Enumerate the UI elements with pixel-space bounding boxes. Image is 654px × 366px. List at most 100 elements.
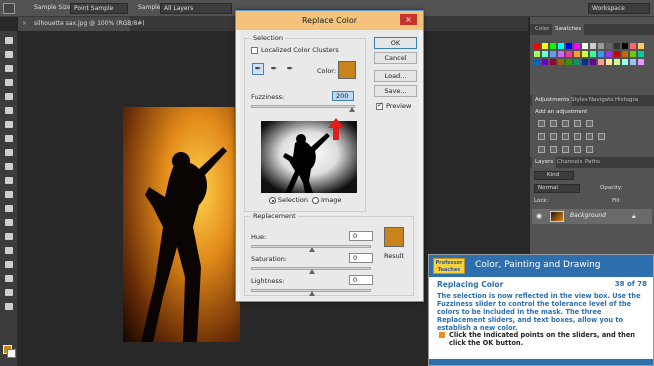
- layer-filter-select[interactable]: Kind: [534, 171, 574, 180]
- eyedropper-tool-icon[interactable]: [5, 107, 13, 114]
- color-swatch[interactable]: [638, 51, 644, 57]
- color-swatch[interactable]: [606, 43, 612, 49]
- color-swatch[interactable]: [598, 59, 604, 65]
- lightness-slider[interactable]: [251, 289, 371, 296]
- cancel-button[interactable]: Cancel: [374, 52, 417, 64]
- tab-paths[interactable]: Paths: [582, 157, 603, 168]
- channel-mixer-adjust-icon[interactable]: [586, 133, 593, 140]
- lasso-tool-icon[interactable]: [5, 65, 13, 72]
- pen-tool-icon[interactable]: [5, 233, 13, 240]
- layer-row-background[interactable]: ◉ Background 🔒︎: [532, 209, 652, 224]
- selection-color-swatch[interactable]: [338, 61, 356, 79]
- color-swatch[interactable]: [542, 43, 548, 49]
- exposure-adjust-icon[interactable]: [574, 120, 581, 127]
- color-swatch[interactable]: [566, 59, 572, 65]
- selective-color-adjust-icon[interactable]: [586, 146, 593, 153]
- gradient-map-adjust-icon[interactable]: [574, 146, 581, 153]
- color-swatch[interactable]: [590, 51, 596, 57]
- color-swatch[interactable]: [574, 59, 580, 65]
- curves-adjust-icon[interactable]: [562, 120, 569, 127]
- eye-visibility-icon[interactable]: ◉: [536, 212, 542, 220]
- history-brush-icon[interactable]: [5, 163, 13, 170]
- healing-brush-icon[interactable]: [5, 121, 13, 128]
- color-swatch[interactable]: [558, 43, 564, 49]
- color-balance-adjust-icon[interactable]: [550, 133, 557, 140]
- color-swatch[interactable]: [630, 51, 636, 57]
- color-swatch[interactable]: [534, 43, 540, 49]
- sample-size-select[interactable]: Point Sample: [70, 3, 128, 14]
- posterize-adjust-icon[interactable]: [550, 146, 557, 153]
- sample-select[interactable]: All Layers: [160, 3, 232, 14]
- blend-mode-select[interactable]: Normal: [534, 184, 580, 193]
- move-tool-icon[interactable]: [5, 37, 13, 44]
- shape-tool-icon[interactable]: [5, 275, 13, 282]
- tab-adjustments[interactable]: Adjustments: [532, 95, 573, 106]
- eyedropper-icon[interactable]: ✒: [252, 63, 264, 75]
- color-swatch[interactable]: [590, 59, 596, 65]
- threshold-adjust-icon[interactable]: [562, 146, 569, 153]
- stamp-tool-icon[interactable]: [5, 149, 13, 156]
- color-swatch[interactable]: [622, 43, 628, 49]
- color-swatch[interactable]: [582, 51, 588, 57]
- gradient-tool-icon[interactable]: [5, 191, 13, 198]
- localized-clusters-checkbox[interactable]: [251, 47, 258, 54]
- color-swatch[interactable]: [590, 43, 596, 49]
- type-tool-icon[interactable]: [5, 247, 13, 254]
- preview-checkbox[interactable]: [376, 101, 383, 110]
- color-swatch[interactable]: [566, 51, 572, 57]
- hue-slider[interactable]: [251, 245, 371, 252]
- zoom-tool-icon[interactable]: [5, 303, 13, 310]
- result-color-swatch[interactable]: [384, 227, 404, 247]
- eraser-tool-icon[interactable]: [5, 177, 13, 184]
- ok-button[interactable]: OK: [374, 37, 417, 49]
- tab-swatches[interactable]: Swatches: [552, 24, 585, 35]
- tab-layers[interactable]: Layers: [532, 157, 557, 168]
- tab-color[interactable]: Color: [532, 24, 552, 35]
- saturation-slider-thumb[interactable]: [309, 269, 315, 274]
- color-swatch[interactable]: [542, 51, 548, 57]
- color-swatch[interactable]: [558, 59, 564, 65]
- levels-adjust-icon[interactable]: [550, 120, 557, 127]
- quick-select-tool-icon[interactable]: [5, 79, 13, 86]
- workspace-select[interactable]: Workspace: [588, 3, 650, 14]
- color-swatch[interactable]: [550, 51, 556, 57]
- color-swatch[interactable]: [582, 43, 588, 49]
- eyedropper-tool-icon[interactable]: [3, 3, 15, 14]
- save-button[interactable]: Save...: [374, 85, 417, 97]
- blur-tool-icon[interactable]: [5, 205, 13, 212]
- hand-tool-icon[interactable]: [5, 289, 13, 296]
- canvas-image[interactable]: [123, 107, 240, 342]
- hue-slider-thumb[interactable]: [309, 247, 315, 252]
- color-swatch[interactable]: [614, 59, 620, 65]
- color-swatch[interactable]: [558, 51, 564, 57]
- color-swatch[interactable]: [550, 59, 556, 65]
- eyedropper-plus-icon[interactable]: ✒: [268, 63, 280, 75]
- load-button[interactable]: Load...: [374, 70, 417, 82]
- color-swatch[interactable]: [598, 51, 604, 57]
- brush-tool-icon[interactable]: [5, 135, 13, 142]
- close-button[interactable]: ×: [400, 14, 417, 25]
- invert-adjust-icon[interactable]: [538, 146, 545, 153]
- color-swatch[interactable]: [606, 59, 612, 65]
- eyedropper-minus-icon[interactable]: ✒: [284, 63, 296, 75]
- brightness-adjust-icon[interactable]: [538, 120, 545, 127]
- fuzziness-slider[interactable]: [251, 105, 355, 112]
- color-swatch[interactable]: [550, 43, 556, 49]
- color-swatch[interactable]: [566, 43, 572, 49]
- color-swatch[interactable]: [638, 43, 644, 49]
- marquee-tool-icon[interactable]: [5, 51, 13, 58]
- color-swatch[interactable]: [638, 59, 644, 65]
- lightness-slider-thumb[interactable]: [309, 291, 315, 296]
- background-color-swatch[interactable]: [7, 349, 16, 358]
- color-swatch[interactable]: [622, 59, 628, 65]
- tab-histogram[interactable]: Histogra: [612, 95, 641, 106]
- color-swatch[interactable]: [606, 51, 612, 57]
- black-white-adjust-icon[interactable]: [562, 133, 569, 140]
- lightness-input[interactable]: 0: [349, 275, 373, 285]
- saturation-slider[interactable]: [251, 267, 371, 274]
- path-select-tool-icon[interactable]: [5, 261, 13, 268]
- dodge-tool-icon[interactable]: [5, 219, 13, 226]
- color-swatch[interactable]: [534, 51, 540, 57]
- vibrance-adjust-icon[interactable]: [586, 120, 593, 127]
- fuzziness-input[interactable]: 200: [332, 91, 354, 101]
